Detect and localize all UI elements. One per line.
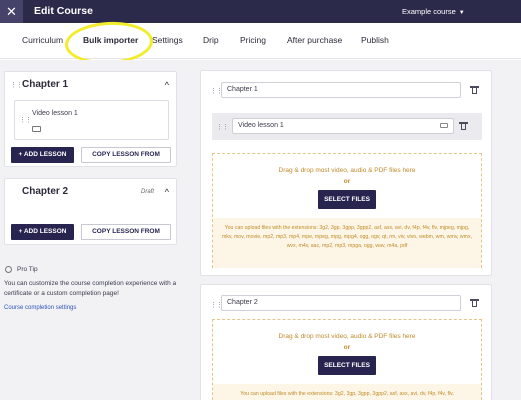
tab-after-purchase[interactable]: After purchase xyxy=(287,35,342,45)
video-icon xyxy=(32,126,41,132)
main-area: ⋮⋮ Chapter 1 ^ ⋮⋮ Video lesson 1 + ADD L… xyxy=(0,60,521,400)
course-completion-settings-link[interactable]: Course completion settings xyxy=(4,305,76,311)
video-icon xyxy=(440,123,448,128)
chapter-title-input[interactable]: Chapter 2 xyxy=(221,295,461,311)
chevron-up-icon[interactable]: ^ xyxy=(165,187,169,197)
lightbulb-icon xyxy=(5,266,12,273)
sidebar-chapter-title: Chapter 2 xyxy=(22,186,69,197)
drag-handle-icon[interactable]: ⋮⋮ xyxy=(10,81,23,89)
lesson-title-input[interactable]: Video lesson 1 xyxy=(232,118,454,134)
page-title: Edit Course xyxy=(34,5,93,17)
close-button[interactable]: ✕ xyxy=(0,0,23,23)
draft-badge: Draft xyxy=(140,189,154,195)
copy-lesson-from-button[interactable]: COPY LESSON FROM xyxy=(81,224,171,240)
trash-icon[interactable] xyxy=(459,122,468,130)
chapter-panel: ⋮⋮ Chapter 2 Drag & drop most video, aud… xyxy=(200,284,492,400)
sidebar-chapter-card[interactable]: Chapter 2 Draft ^ + ADD LESSON COPY LESS… xyxy=(4,178,177,245)
dropzone-title: Drag & drop most video, audio & PDF file… xyxy=(278,333,416,340)
dropzone-or: or xyxy=(343,344,351,351)
course-selector[interactable]: Example course ▼ xyxy=(402,7,465,16)
trash-icon[interactable] xyxy=(470,299,479,307)
select-files-button[interactable]: SELECT FILES xyxy=(318,356,376,375)
add-lesson-button[interactable]: + ADD LESSON xyxy=(11,147,74,163)
drag-handle-icon[interactable]: ⋮⋮ xyxy=(19,116,32,124)
protip-title: Pro Tip xyxy=(17,266,38,273)
dropzone-title: Drag & drop most video, audio & PDF file… xyxy=(278,167,416,174)
course-selector-label: Example course xyxy=(402,7,456,16)
file-dropzone[interactable]: Drag & drop most video, audio & PDF file… xyxy=(212,319,482,400)
tab-settings[interactable]: Settings xyxy=(152,35,183,45)
tab-pricing[interactable]: Pricing xyxy=(240,35,266,45)
add-lesson-button[interactable]: + ADD LESSON xyxy=(11,224,74,240)
sidebar-chapter-title: Chapter 1 xyxy=(22,79,69,90)
caret-down-icon: ▼ xyxy=(458,10,465,16)
copy-lesson-from-button[interactable]: COPY LESSON FROM xyxy=(81,147,171,163)
dropzone-or: or xyxy=(343,178,351,185)
sidebar-lesson-label: Video lesson 1 xyxy=(32,110,78,117)
chapter-title-input[interactable]: Chapter 1 xyxy=(221,82,461,98)
chevron-up-icon[interactable]: ^ xyxy=(165,80,169,90)
sidebar-lesson-item[interactable]: ⋮⋮ Video lesson 1 xyxy=(14,100,169,140)
select-files-button[interactable]: SELECT FILES xyxy=(318,190,376,209)
trash-icon[interactable] xyxy=(470,86,479,94)
file-dropzone[interactable]: Drag & drop most video, audio & PDF file… xyxy=(212,153,482,268)
lesson-row: ⋮⋮ Video lesson 1 xyxy=(212,113,482,140)
tab-publish[interactable]: Publish xyxy=(361,35,389,45)
chapter-panel: ⋮⋮ Chapter 1 ⋮⋮ Video lesson 1 Drag & dr… xyxy=(200,70,492,276)
sidebar-chapter-card[interactable]: ⋮⋮ Chapter 1 ^ ⋮⋮ Video lesson 1 + ADD L… xyxy=(4,71,177,167)
top-bar: ✕ Edit Course Example course ▼ xyxy=(0,0,521,23)
dropzone-extensions: You can upload files with the extensions… xyxy=(213,384,481,400)
tab-curriculum[interactable]: Curriculum xyxy=(22,35,63,45)
protip-text: You can customize the course completion … xyxy=(4,280,177,297)
dropzone-extensions: You can upload files with the extensions… xyxy=(213,218,481,268)
tab-drip[interactable]: Drip xyxy=(203,35,219,45)
drag-handle-icon[interactable]: ⋮⋮ xyxy=(216,123,229,131)
